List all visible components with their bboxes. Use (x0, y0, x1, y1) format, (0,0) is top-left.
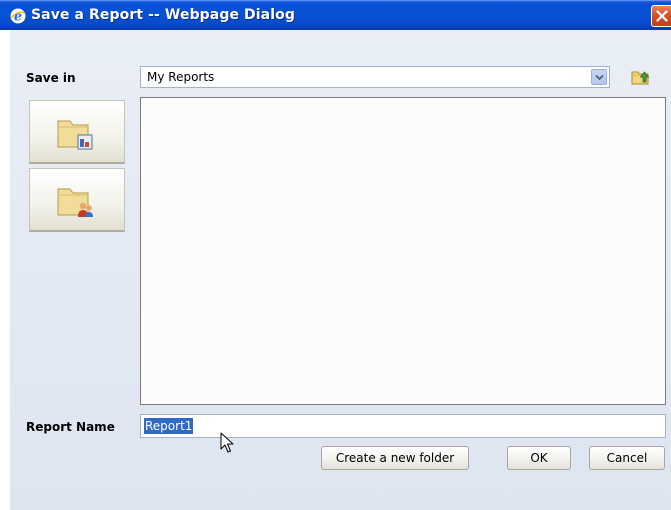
report-name-input[interactable]: Report1 (140, 414, 666, 438)
up-one-level-folder-icon[interactable] (631, 68, 651, 86)
internet-explorer-icon: e (10, 8, 26, 25)
close-icon (656, 10, 668, 22)
folder-with-report-icon (57, 120, 93, 150)
close-button[interactable] (651, 5, 671, 27)
cancel-button[interactable]: Cancel (589, 446, 665, 470)
ok-button[interactable]: OK (507, 446, 571, 470)
save-in-dropdown[interactable]: My Reports (140, 66, 610, 88)
save-in-label: Save in (26, 71, 76, 85)
mouse-pointer-icon (220, 432, 236, 459)
save-in-value: My Reports (147, 70, 215, 84)
shared-reports-location-button[interactable] (29, 168, 125, 232)
my-reports-location-button[interactable] (29, 100, 125, 164)
report-name-label: Report Name (26, 420, 115, 434)
window-title: Save a Report -- Webpage Dialog (31, 7, 295, 23)
title-bar[interactable]: e Save a Report -- Webpage Dialog (0, 0, 671, 30)
report-file-list[interactable] (140, 97, 666, 405)
folder-with-users-icon (57, 188, 93, 217)
create-new-folder-button[interactable]: Create a new folder (321, 446, 469, 470)
chevron-down-icon[interactable] (591, 69, 607, 85)
save-report-dialog: e Save a Report -- Webpage Dialog Save i… (0, 0, 671, 510)
report-name-value: Report1 (144, 418, 194, 434)
